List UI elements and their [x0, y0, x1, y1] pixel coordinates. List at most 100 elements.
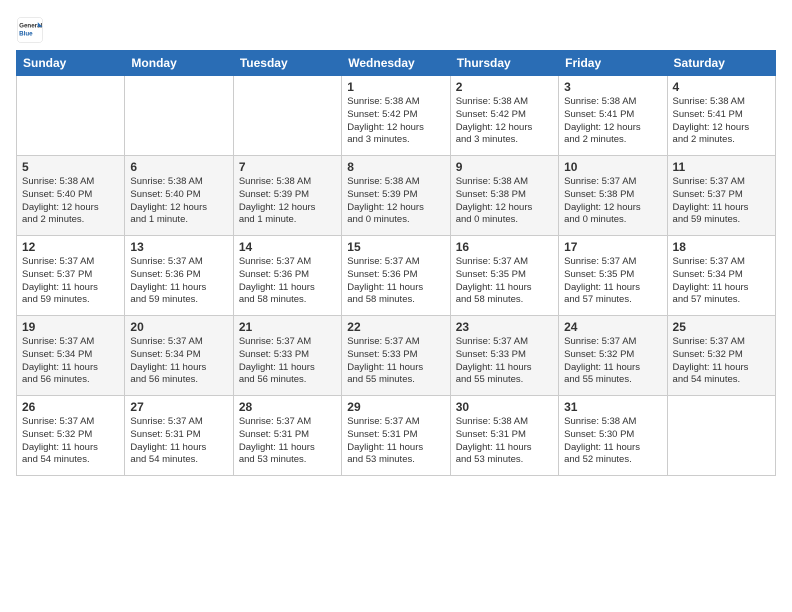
day-number: 26 — [22, 400, 119, 414]
day-info: Sunrise: 5:37 AM Sunset: 5:36 PM Dayligh… — [130, 256, 227, 307]
calendar-cell: 4 Sunrise: 5:38 AM Sunset: 5:41 PM Daylig… — [667, 76, 775, 156]
weekday-header: Friday — [559, 51, 667, 76]
day-number: 22 — [347, 320, 444, 334]
day-info: Sunrise: 5:37 AM Sunset: 5:37 PM Dayligh… — [673, 176, 770, 227]
calendar-week-row: 26 Sunrise: 5:37 AM Sunset: 5:32 PM Dayli… — [17, 396, 776, 476]
day-number: 6 — [130, 160, 227, 174]
day-info: Sunrise: 5:38 AM Sunset: 5:41 PM Dayligh… — [564, 96, 661, 147]
day-info: Sunrise: 5:37 AM Sunset: 5:33 PM Dayligh… — [347, 336, 444, 387]
calendar-week-row: 5 Sunrise: 5:38 AM Sunset: 5:40 PM Daylig… — [17, 156, 776, 236]
day-info: Sunrise: 5:37 AM Sunset: 5:34 PM Dayligh… — [130, 336, 227, 387]
weekday-header: Sunday — [17, 51, 125, 76]
calendar-week-row: 19 Sunrise: 5:37 AM Sunset: 5:34 PM Dayli… — [17, 316, 776, 396]
day-number: 11 — [673, 160, 770, 174]
day-info: Sunrise: 5:38 AM Sunset: 5:42 PM Dayligh… — [456, 96, 553, 147]
day-info: Sunrise: 5:37 AM Sunset: 5:31 PM Dayligh… — [130, 416, 227, 467]
day-number: 14 — [239, 240, 336, 254]
calendar-cell: 12Sunrise: 5:37 AM Sunset: 5:37 PM Dayli… — [17, 236, 125, 316]
weekday-header: Wednesday — [342, 51, 450, 76]
day-number: 4 — [673, 80, 770, 94]
logo: General Blue — [16, 16, 44, 44]
day-info: Sunrise: 5:37 AM Sunset: 5:35 PM Dayligh… — [456, 256, 553, 307]
day-number: 5 — [22, 160, 119, 174]
day-number: 17 — [564, 240, 661, 254]
calendar: SundayMondayTuesdayWednesdayThursdayFrid… — [16, 50, 776, 476]
calendar-cell: 9 Sunrise: 5:38 AM Sunset: 5:38 PM Daylig… — [450, 156, 558, 236]
calendar-cell: 1 Sunrise: 5:38 AM Sunset: 5:42 PM Daylig… — [342, 76, 450, 156]
day-info: Sunrise: 5:37 AM Sunset: 5:31 PM Dayligh… — [347, 416, 444, 467]
header-area: General Blue — [16, 16, 776, 44]
day-number: 15 — [347, 240, 444, 254]
day-number: 20 — [130, 320, 227, 334]
day-number: 24 — [564, 320, 661, 334]
day-number: 3 — [564, 80, 661, 94]
calendar-cell: 26 Sunrise: 5:37 AM Sunset: 5:32 PM Dayli… — [17, 396, 125, 476]
day-number: 25 — [673, 320, 770, 334]
day-info: Sunrise: 5:37 AM Sunset: 5:33 PM Dayligh… — [239, 336, 336, 387]
calendar-cell: 27 Sunrise: 5:37 AM Sunset: 5:31 PM Dayli… — [125, 396, 233, 476]
day-number: 19 — [22, 320, 119, 334]
day-info: Sunrise: 5:37 AM Sunset: 5:34 PM Dayligh… — [22, 336, 119, 387]
day-number: 7 — [239, 160, 336, 174]
day-number: 29 — [347, 400, 444, 414]
day-number: 23 — [456, 320, 553, 334]
day-info: Sunrise: 5:37 AM Sunset: 5:35 PM Dayligh… — [564, 256, 661, 307]
day-number: 9 — [456, 160, 553, 174]
day-number: 2 — [456, 80, 553, 94]
calendar-cell: 21 Sunrise: 5:37 AM Sunset: 5:33 PM Dayli… — [233, 316, 341, 396]
calendar-cell: 23Sunrise: 5:37 AM Sunset: 5:33 PM Dayli… — [450, 316, 558, 396]
weekday-header: Saturday — [667, 51, 775, 76]
calendar-cell: 17 Sunrise: 5:37 AM Sunset: 5:35 PM Dayli… — [559, 236, 667, 316]
weekday-header-row: SundayMondayTuesdayWednesdayThursdayFrid… — [17, 51, 776, 76]
day-info: Sunrise: 5:38 AM Sunset: 5:41 PM Dayligh… — [673, 96, 770, 147]
calendar-cell: 10Sunrise: 5:37 AM Sunset: 5:38 PM Dayli… — [559, 156, 667, 236]
calendar-cell: 13 Sunrise: 5:37 AM Sunset: 5:36 PM Dayli… — [125, 236, 233, 316]
calendar-cell: 28Sunrise: 5:37 AM Sunset: 5:31 PM Dayli… — [233, 396, 341, 476]
day-info: Sunrise: 5:38 AM Sunset: 5:30 PM Dayligh… — [564, 416, 661, 467]
calendar-cell: 3 Sunrise: 5:38 AM Sunset: 5:41 PM Daylig… — [559, 76, 667, 156]
day-info: Sunrise: 5:38 AM Sunset: 5:39 PM Dayligh… — [239, 176, 336, 227]
calendar-cell — [125, 76, 233, 156]
day-info: Sunrise: 5:37 AM Sunset: 5:38 PM Dayligh… — [564, 176, 661, 227]
day-info: Sunrise: 5:38 AM Sunset: 5:40 PM Dayligh… — [130, 176, 227, 227]
calendar-week-row: 12Sunrise: 5:37 AM Sunset: 5:37 PM Dayli… — [17, 236, 776, 316]
calendar-cell — [667, 396, 775, 476]
day-info: Sunrise: 5:37 AM Sunset: 5:32 PM Dayligh… — [673, 336, 770, 387]
calendar-cell: 8Sunrise: 5:38 AM Sunset: 5:39 PM Daylig… — [342, 156, 450, 236]
day-number: 21 — [239, 320, 336, 334]
calendar-cell: 11 Sunrise: 5:37 AM Sunset: 5:37 PM Dayli… — [667, 156, 775, 236]
weekday-header: Tuesday — [233, 51, 341, 76]
day-number: 1 — [347, 80, 444, 94]
calendar-cell — [233, 76, 341, 156]
day-info: Sunrise: 5:37 AM Sunset: 5:32 PM Dayligh… — [22, 416, 119, 467]
day-info: Sunrise: 5:38 AM Sunset: 5:42 PM Dayligh… — [347, 96, 444, 147]
calendar-cell: 22 Sunrise: 5:37 AM Sunset: 5:33 PM Dayli… — [342, 316, 450, 396]
svg-text:Blue: Blue — [19, 30, 33, 37]
weekday-header: Thursday — [450, 51, 558, 76]
day-info: Sunrise: 5:37 AM Sunset: 5:34 PM Dayligh… — [673, 256, 770, 307]
day-info: Sunrise: 5:38 AM Sunset: 5:40 PM Dayligh… — [22, 176, 119, 227]
calendar-week-row: 1 Sunrise: 5:38 AM Sunset: 5:42 PM Daylig… — [17, 76, 776, 156]
calendar-cell: 6 Sunrise: 5:38 AM Sunset: 5:40 PM Daylig… — [125, 156, 233, 236]
day-number: 13 — [130, 240, 227, 254]
logo-icon: General Blue — [16, 16, 44, 44]
calendar-cell: 16 Sunrise: 5:37 AM Sunset: 5:35 PM Dayli… — [450, 236, 558, 316]
calendar-cell: 31Sunrise: 5:38 AM Sunset: 5:30 PM Dayli… — [559, 396, 667, 476]
calendar-cell: 14Sunrise: 5:37 AM Sunset: 5:36 PM Dayli… — [233, 236, 341, 316]
calendar-cell: 7 Sunrise: 5:38 AM Sunset: 5:39 PM Daylig… — [233, 156, 341, 236]
day-info: Sunrise: 5:38 AM Sunset: 5:31 PM Dayligh… — [456, 416, 553, 467]
day-number: 8 — [347, 160, 444, 174]
calendar-cell: 24Sunrise: 5:37 AM Sunset: 5:32 PM Dayli… — [559, 316, 667, 396]
calendar-cell: 30Sunrise: 5:38 AM Sunset: 5:31 PM Dayli… — [450, 396, 558, 476]
calendar-cell: 20 Sunrise: 5:37 AM Sunset: 5:34 PM Dayli… — [125, 316, 233, 396]
day-number: 27 — [130, 400, 227, 414]
calendar-cell — [17, 76, 125, 156]
weekday-header: Monday — [125, 51, 233, 76]
calendar-cell: 19 Sunrise: 5:37 AM Sunset: 5:34 PM Dayli… — [17, 316, 125, 396]
day-info: Sunrise: 5:38 AM Sunset: 5:38 PM Dayligh… — [456, 176, 553, 227]
calendar-cell: 5 Sunrise: 5:38 AM Sunset: 5:40 PM Daylig… — [17, 156, 125, 236]
day-info: Sunrise: 5:37 AM Sunset: 5:36 PM Dayligh… — [347, 256, 444, 307]
calendar-cell: 25 Sunrise: 5:37 AM Sunset: 5:32 PM Dayli… — [667, 316, 775, 396]
calendar-cell: 18Sunrise: 5:37 AM Sunset: 5:34 PM Dayli… — [667, 236, 775, 316]
day-number: 16 — [456, 240, 553, 254]
